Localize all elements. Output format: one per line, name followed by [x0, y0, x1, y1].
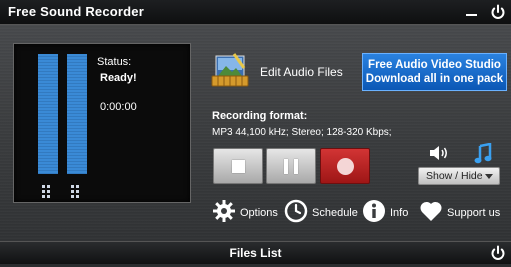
status-value: Ready!	[100, 72, 137, 84]
info-button[interactable]: Info	[362, 199, 409, 228]
info-label: Info	[390, 207, 409, 219]
promo-banner[interactable]: Free Audio Video Studio Download all in …	[362, 53, 507, 91]
files-list-title: Files List	[229, 246, 282, 260]
info-icon	[362, 199, 386, 228]
chevron-down-icon	[485, 174, 493, 179]
options-button[interactable]: Options	[212, 199, 278, 228]
app-title: Free Sound Recorder	[8, 4, 144, 19]
pause-button[interactable]	[266, 148, 316, 184]
schedule-label: Schedule	[312, 207, 358, 219]
left-meter-grip-icon	[42, 185, 55, 198]
recording-format-value[interactable]: MP3 44,100 kHz; Stereo; 128-320 Kbps;	[212, 127, 392, 138]
right-meter-grip-icon	[71, 185, 84, 198]
promo-line1: Free Audio Video Studio	[368, 59, 501, 71]
status-label: Status:	[97, 56, 132, 68]
record-icon	[337, 158, 354, 175]
audio-editor-icon	[210, 50, 250, 95]
support-us-button[interactable]: Support us	[419, 200, 500, 226]
support-us-label: Support us	[447, 207, 501, 219]
elapsed-time: 0:00:00	[100, 101, 137, 113]
stop-button[interactable]	[213, 148, 263, 184]
files-list-bar[interactable]: Files List	[0, 241, 511, 264]
recording-format-label: Recording format:	[212, 110, 308, 122]
record-button[interactable]	[320, 148, 370, 184]
level-meter-panel: Status: Ready! 0:00:00	[13, 43, 191, 203]
title-bar[interactable]: Free Sound Recorder	[0, 0, 511, 25]
heart-icon	[419, 200, 443, 227]
right-channel-meter	[67, 54, 87, 174]
minimize-icon[interactable]	[463, 3, 481, 21]
edit-audio-files-label: Edit Audio Files	[260, 65, 343, 79]
schedule-button[interactable]: Schedule	[284, 199, 358, 228]
speaker-icon[interactable]	[428, 144, 450, 162]
options-label: Options	[240, 207, 278, 219]
show-hide-dropdown[interactable]: Show / Hide	[418, 167, 500, 185]
main-window: Free Sound Recorder Status: Ready! 0:00:…	[0, 0, 511, 264]
left-channel-meter	[38, 54, 58, 174]
power-icon[interactable]	[489, 244, 507, 262]
gear-icon	[212, 199, 236, 228]
stop-icon	[232, 160, 245, 173]
music-note-icon[interactable]	[474, 142, 492, 165]
show-hide-label: Show / Hide	[426, 170, 483, 182]
promo-line2: Download all in one pack	[365, 73, 504, 85]
clock-icon	[284, 199, 308, 228]
edit-audio-files-button[interactable]: Edit Audio Files	[210, 52, 343, 92]
power-icon[interactable]	[489, 3, 507, 21]
